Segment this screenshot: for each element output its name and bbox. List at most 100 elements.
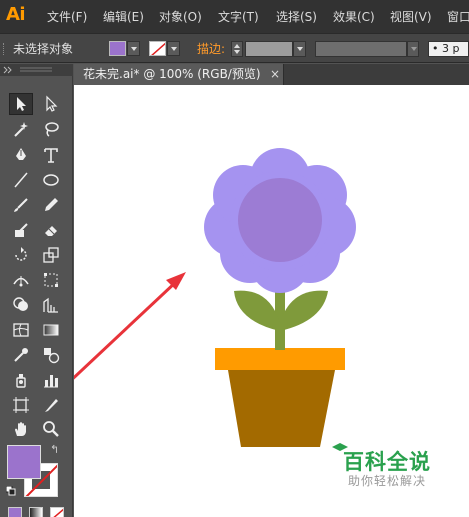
stroke-swatch[interactable] [149, 41, 166, 56]
watermark-subtitle: 助你轻松解决 [348, 474, 427, 488]
selection-tool[interactable] [9, 93, 33, 115]
pot-body [228, 370, 335, 447]
zoom-icon [43, 421, 59, 437]
blob-brush-tool[interactable] [9, 219, 33, 241]
free-transform-icon [44, 273, 58, 287]
shape-builder-tool[interactable] [9, 294, 33, 316]
arrow-icon [17, 97, 26, 111]
stroke-weight-stepper[interactable] [231, 41, 243, 57]
slice-icon [45, 399, 58, 412]
blend-icon [44, 348, 60, 364]
document-tab[interactable]: 花未完.ai* @ 100% (RGB/预览) × [74, 64, 284, 85]
hand-tool[interactable] [9, 418, 33, 440]
document-tab-bar: 花未完.ai* @ 100% (RGB/预览) × [74, 64, 469, 85]
document-tab-title: 花未完.ai* @ 100% (RGB/预览) [83, 67, 261, 81]
stroke-weight-input[interactable] [245, 41, 293, 57]
lasso-icon [45, 122, 59, 137]
fill-dropdown[interactable] [127, 41, 140, 56]
tools-panel-header[interactable] [0, 64, 73, 76]
scale-tool[interactable] [39, 244, 63, 266]
eraser-tool[interactable] [39, 219, 63, 241]
rotate-tool[interactable] [9, 244, 33, 266]
pen-icon [16, 148, 26, 160]
swap-fill-stroke-icon[interactable]: ↰ [50, 443, 59, 456]
tools-panel: ↰ [0, 64, 73, 517]
blob-brush-icon [15, 223, 28, 237]
artboard-tool[interactable] [9, 394, 33, 416]
chevron-down-icon [411, 47, 417, 51]
menu-object[interactable]: 对象(O) [159, 8, 202, 25]
pen-tool[interactable] [9, 144, 33, 166]
stroke-label[interactable]: 描边: [197, 40, 225, 57]
chevron-down-icon [171, 47, 177, 51]
menu-bar: Ai 文件(F) 编辑(E) 对象(O) 文字(T) 选择(S) 效果(C) 视… [0, 0, 469, 33]
gradient-tool[interactable] [39, 319, 63, 341]
chevron-down-icon [297, 47, 303, 51]
lasso-tool[interactable] [39, 118, 63, 140]
chevron-down-icon [131, 47, 137, 51]
menu-select[interactable]: 选择(S) [276, 8, 317, 25]
right-leaf [280, 290, 328, 331]
pencil-tool[interactable] [39, 194, 63, 216]
shape-builder-icon [13, 297, 28, 311]
none-mode-button[interactable] [50, 507, 64, 517]
white-arrow-icon [46, 95, 58, 112]
line-tool[interactable] [9, 169, 33, 191]
symbol-sprayer-tool[interactable] [9, 369, 33, 391]
paintbrush-tool[interactable] [9, 194, 33, 216]
artboard-icon [13, 397, 29, 413]
perspective-grid-tool[interactable] [39, 294, 63, 316]
eyedropper-tool[interactable] [9, 344, 33, 366]
color-mode-button[interactable] [8, 507, 22, 517]
stroke-dropdown[interactable] [167, 41, 180, 56]
default-colors-icon[interactable] [5, 485, 16, 496]
hand-icon [15, 422, 26, 436]
eyedropper-icon [14, 348, 28, 362]
menu-window[interactable]: 窗口 [447, 8, 469, 25]
blend-tool[interactable] [39, 344, 63, 366]
zoom-tool[interactable] [39, 418, 63, 440]
stepper-arrows-icon [234, 44, 240, 54]
paintbrush-icon [14, 198, 28, 212]
magic-wand-icon [14, 122, 28, 137]
column-graph-tool[interactable] [39, 369, 63, 391]
profile-dropdown[interactable] [407, 41, 419, 57]
ellipse-icon [43, 174, 59, 186]
control-bar-grip[interactable] [3, 43, 6, 55]
menu-type[interactable]: 文字(T) [218, 8, 259, 25]
type-icon [44, 148, 58, 163]
ellipse-tool[interactable] [39, 169, 63, 191]
width-icon [13, 276, 29, 287]
magic-wand-tool[interactable] [9, 118, 33, 140]
default-fill-stroke-icon [5, 485, 16, 496]
symbol-sprayer-icon [16, 374, 26, 388]
fill-color-swatch[interactable] [7, 445, 41, 479]
gradient-mode-button[interactable] [29, 507, 43, 517]
width-tool[interactable] [9, 269, 33, 291]
annotation-arrow-shaft [74, 279, 179, 380]
pencil-icon [45, 198, 58, 211]
stroke-weight-dropdown[interactable] [293, 41, 306, 57]
app-logo: Ai [6, 4, 26, 25]
scale-icon [43, 247, 59, 263]
line-icon [14, 172, 28, 188]
direct-selection-tool[interactable] [39, 93, 63, 115]
rotate-icon [15, 247, 27, 261]
close-icon[interactable]: × [270, 64, 280, 85]
fill-swatch[interactable] [109, 41, 126, 56]
selection-status: 未选择对象 [13, 42, 74, 56]
mesh-tool[interactable] [9, 319, 33, 341]
menu-effect[interactable]: 效果(C) [333, 8, 375, 25]
slice-tool[interactable] [39, 394, 63, 416]
variable-width-profile[interactable] [315, 41, 407, 57]
left-leaf [234, 290, 280, 331]
free-transform-tool[interactable] [39, 269, 63, 291]
column-graph-icon [44, 375, 58, 388]
menu-file[interactable]: 文件(F) [47, 8, 87, 25]
brush-definition[interactable]: • 3 p [428, 41, 469, 57]
menu-edit[interactable]: 编辑(E) [103, 8, 144, 25]
type-tool[interactable] [39, 144, 63, 166]
control-bar: 未选择对象 描边: • 3 p [0, 33, 469, 63]
menu-view[interactable]: 视图(V) [390, 8, 432, 25]
flower-center [238, 178, 322, 262]
